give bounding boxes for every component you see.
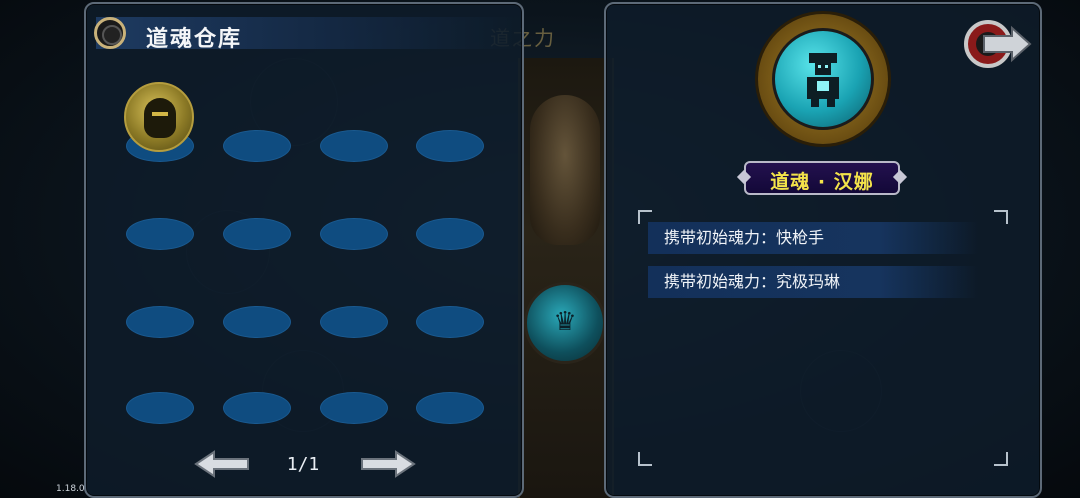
soul-slot[interactable] [416,130,484,162]
orb-figure-icon: ♛ [553,307,577,337]
soul-portrait [758,14,888,144]
soul-slot[interactable] [320,392,388,424]
page-indicator: 1/1 [286,454,320,475]
frame-corner [994,452,1008,466]
soul-warehouse-panel: 道魂仓库 1/1 [84,2,524,498]
soul-slot[interactable] [126,392,194,424]
mask-face-icon [144,98,176,138]
soul-slot[interactable] [320,218,388,250]
right-arrow-icon [361,450,416,478]
soul-slot[interactable] [223,392,291,424]
soul-slot[interactable] [416,392,484,424]
panel-title: 道魂仓库 [146,27,243,52]
prev-page-button[interactable] [194,450,250,478]
soul-detail-panel: 道魂 · 汉娜 携带初始魂力：快枪手 携带初始魂力：究极玛琳 [604,2,1042,498]
center-statue [530,95,600,245]
next-page-button[interactable] [360,450,416,478]
soul-slot[interactable] [223,306,291,338]
soul-slot[interactable] [223,218,291,250]
soul-slot[interactable] [223,130,291,162]
soul-name: 道魂 · 汉娜 [770,171,874,193]
return-button[interactable] [964,14,1034,74]
frame-corner [994,210,1008,224]
soul-slot[interactable] [416,218,484,250]
soul-slot[interactable] [416,306,484,338]
soul-slot[interactable] [126,306,194,338]
attribute-row: 携带初始魂力：究极玛琳 [648,266,978,298]
return-arrow-icon [964,20,1032,68]
soul-slot[interactable] [320,306,388,338]
soul-name-plate: 道魂 · 汉娜 [744,161,900,195]
center-soul-orb: ♛ [524,282,606,364]
portrait-figure [772,28,874,130]
left-arrow-icon [194,450,249,478]
soul-slot[interactable] [126,218,194,250]
version-label: 1.18.0 [56,484,85,494]
attribute-frame: 携带初始魂力：快枪手 携带初始魂力：究极玛琳 [638,210,1008,466]
attribute-row: 携带初始魂力：快枪手 [648,222,978,254]
hanna-figure-icon [807,53,839,107]
soul-item-golden-mask[interactable] [124,82,194,152]
frame-corner [638,452,652,466]
ring-emblem-icon [94,17,126,49]
soul-slot[interactable] [320,130,388,162]
